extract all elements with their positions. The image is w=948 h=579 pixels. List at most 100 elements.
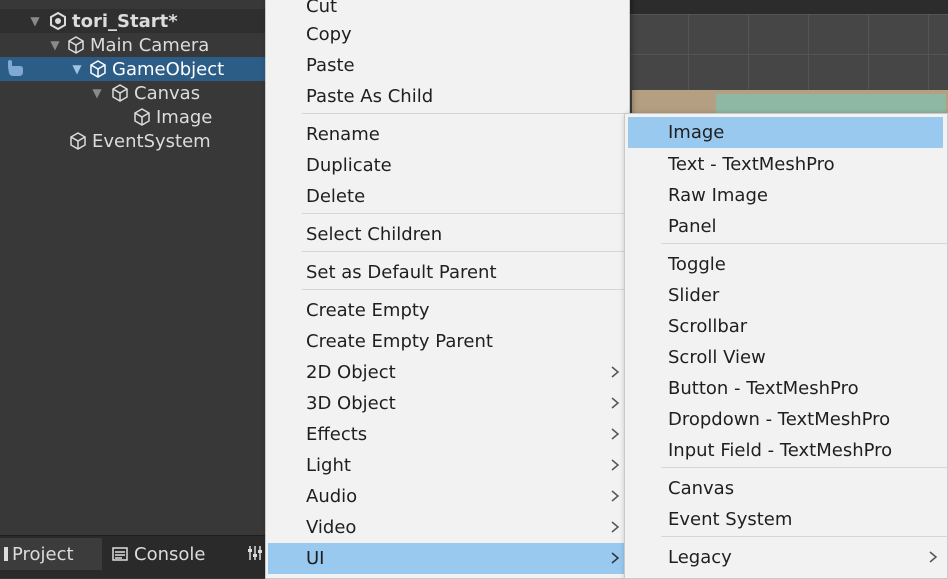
hierarchy-panel: ▼ tori_Start* ▼ Main Camera ▼ GameObject… bbox=[0, 0, 268, 535]
menu-item-effects[interactable]: Effects bbox=[266, 419, 629, 450]
menu-separator bbox=[302, 289, 629, 290]
menu-item-create-empty-parent[interactable]: Create Empty Parent bbox=[266, 326, 629, 357]
menu-item-label: Dropdown - TextMeshPro bbox=[668, 409, 891, 430]
submenu-item-scrollbar[interactable]: Scrollbar bbox=[625, 311, 947, 342]
expand-arrow-icon[interactable]: ▼ bbox=[90, 86, 104, 100]
menu-item-label: Rename bbox=[306, 124, 380, 145]
gameobject-cube-icon bbox=[112, 84, 128, 102]
menu-item-duplicate[interactable]: Duplicate bbox=[266, 150, 629, 181]
menu-item-create-empty[interactable]: Create Empty bbox=[266, 295, 629, 326]
chevron-right-icon bbox=[611, 366, 620, 378]
scene-row[interactable]: ▼ tori_Start* bbox=[0, 9, 268, 33]
ui-submenu: Image Text - TextMeshPro Raw Image Panel… bbox=[624, 113, 948, 579]
hierarchy-item-gameobject[interactable]: ▼ GameObject bbox=[0, 57, 268, 81]
unity-scene-icon bbox=[50, 11, 66, 31]
scene-grid bbox=[628, 14, 948, 90]
menu-item-light[interactable]: Light bbox=[266, 450, 629, 481]
menu-item-label: Raw Image bbox=[668, 185, 768, 206]
submenu-item-scroll-view[interactable]: Scroll View bbox=[625, 342, 947, 373]
menu-item-select-children[interactable]: Select Children bbox=[266, 219, 629, 250]
menu-item-label: Image bbox=[668, 122, 725, 143]
submenu-item-raw-image[interactable]: Raw Image bbox=[625, 180, 947, 211]
menu-item-video[interactable]: Video bbox=[266, 512, 629, 543]
submenu-item-canvas[interactable]: Canvas bbox=[625, 473, 947, 504]
hierarchy-item-label: GameObject bbox=[112, 58, 225, 80]
submenu-item-dropdown-tmp[interactable]: Dropdown - TextMeshPro bbox=[625, 404, 947, 435]
menu-item-audio[interactable]: Audio bbox=[266, 481, 629, 512]
menu-item-label: Toggle bbox=[668, 254, 726, 275]
submenu-item-image[interactable]: Image bbox=[628, 117, 943, 148]
chevron-right-icon bbox=[929, 551, 938, 563]
chevron-right-icon bbox=[611, 490, 620, 502]
hierarchy-item-label: EventSystem bbox=[92, 130, 211, 152]
menu-item-label: Set as Default Parent bbox=[306, 262, 497, 283]
menu-item-rename[interactable]: Rename bbox=[266, 119, 629, 150]
submenu-item-toggle[interactable]: Toggle bbox=[625, 249, 947, 280]
expand-arrow-icon[interactable]: ▼ bbox=[48, 38, 62, 52]
menu-item-label: Copy bbox=[306, 24, 352, 45]
menu-item-label: 2D Object bbox=[306, 362, 396, 383]
tab-label: Project bbox=[12, 543, 74, 565]
console-icon bbox=[112, 547, 128, 561]
tab-console[interactable]: Console bbox=[112, 538, 205, 570]
expand-arrow-icon[interactable]: ▼ bbox=[28, 14, 42, 28]
submenu-item-event-system[interactable]: Event System bbox=[625, 504, 947, 535]
tab-project[interactable]: Project bbox=[0, 538, 102, 570]
bottom-tab-bar: Project Console bbox=[0, 535, 268, 578]
menu-item-copy[interactable]: Copy bbox=[266, 19, 629, 50]
gameobject-cube-icon bbox=[134, 108, 150, 126]
hierarchy-item-image[interactable]: Image bbox=[0, 105, 268, 129]
menu-item-3d-object[interactable]: 3D Object bbox=[266, 388, 629, 419]
chevron-right-icon bbox=[611, 459, 620, 471]
submenu-item-slider[interactable]: Slider bbox=[625, 280, 947, 311]
hierarchy-item-canvas[interactable]: ▼ Canvas bbox=[0, 81, 268, 105]
expand-arrow-icon[interactable]: ▼ bbox=[70, 62, 84, 76]
hierarchy-item-label: Image bbox=[156, 106, 213, 128]
menu-item-label: Canvas bbox=[668, 478, 735, 499]
chevron-right-icon bbox=[611, 521, 620, 533]
menu-item-label: Duplicate bbox=[306, 155, 392, 176]
menu-item-set-default-parent[interactable]: Set as Default Parent bbox=[266, 257, 629, 288]
menu-item-label: Scroll View bbox=[668, 347, 766, 368]
menu-item-paste-as-child[interactable]: Paste As Child bbox=[266, 81, 629, 112]
menu-item-label: Cut bbox=[306, 0, 338, 17]
menu-item-label: Create Empty bbox=[306, 300, 430, 321]
menu-item-label: Create Empty Parent bbox=[306, 331, 493, 352]
hierarchy-item-label: Canvas bbox=[134, 82, 201, 104]
chevron-right-icon bbox=[611, 397, 620, 409]
gameobject-cube-icon bbox=[70, 132, 86, 150]
menu-item-ui[interactable]: UI bbox=[268, 543, 629, 574]
chevron-right-icon bbox=[611, 428, 620, 440]
chevron-right-icon bbox=[611, 552, 620, 564]
menu-item-delete[interactable]: Delete bbox=[266, 181, 629, 212]
tab-label: Console bbox=[134, 543, 206, 565]
menu-item-label: Paste As Child bbox=[306, 86, 434, 107]
menu-item-label: Paste bbox=[306, 55, 355, 76]
menu-item-label: Event System bbox=[668, 509, 793, 530]
submenu-item-button-tmp[interactable]: Button - TextMeshPro bbox=[625, 373, 947, 404]
menu-separator bbox=[661, 467, 947, 468]
scene-toolbar bbox=[628, 0, 948, 14]
submenu-item-input-field-tmp[interactable]: Input Field - TextMeshPro bbox=[625, 435, 947, 466]
menu-item-2d-object[interactable]: 2D Object bbox=[266, 357, 629, 388]
menu-item-label: Input Field - TextMeshPro bbox=[668, 440, 893, 461]
hand-pointer-icon bbox=[8, 60, 23, 76]
hierarchy-item-eventsystem[interactable]: EventSystem bbox=[0, 129, 268, 153]
menu-item-label: Button - TextMeshPro bbox=[668, 378, 859, 399]
menu-item-paste[interactable]: Paste bbox=[266, 50, 629, 81]
menu-separator bbox=[661, 536, 947, 537]
menu-separator bbox=[302, 213, 629, 214]
hierarchy-item-main-camera[interactable]: ▼ Main Camera bbox=[0, 33, 268, 57]
mixer-icon[interactable] bbox=[246, 544, 264, 562]
submenu-item-legacy[interactable]: Legacy bbox=[625, 542, 947, 573]
scene-name: tori_Start* bbox=[72, 10, 178, 32]
menu-separator bbox=[661, 243, 947, 244]
menu-item-label: Delete bbox=[306, 186, 366, 207]
submenu-item-panel[interactable]: Panel bbox=[625, 211, 947, 242]
menu-item-label: Audio bbox=[306, 486, 358, 507]
folder-icon bbox=[4, 547, 8, 561]
menu-item-label: Select Children bbox=[306, 224, 443, 245]
submenu-item-text-tmp[interactable]: Text - TextMeshPro bbox=[625, 149, 947, 180]
menu-item-label: Effects bbox=[306, 424, 368, 445]
gameobject-cube-icon bbox=[90, 60, 106, 78]
